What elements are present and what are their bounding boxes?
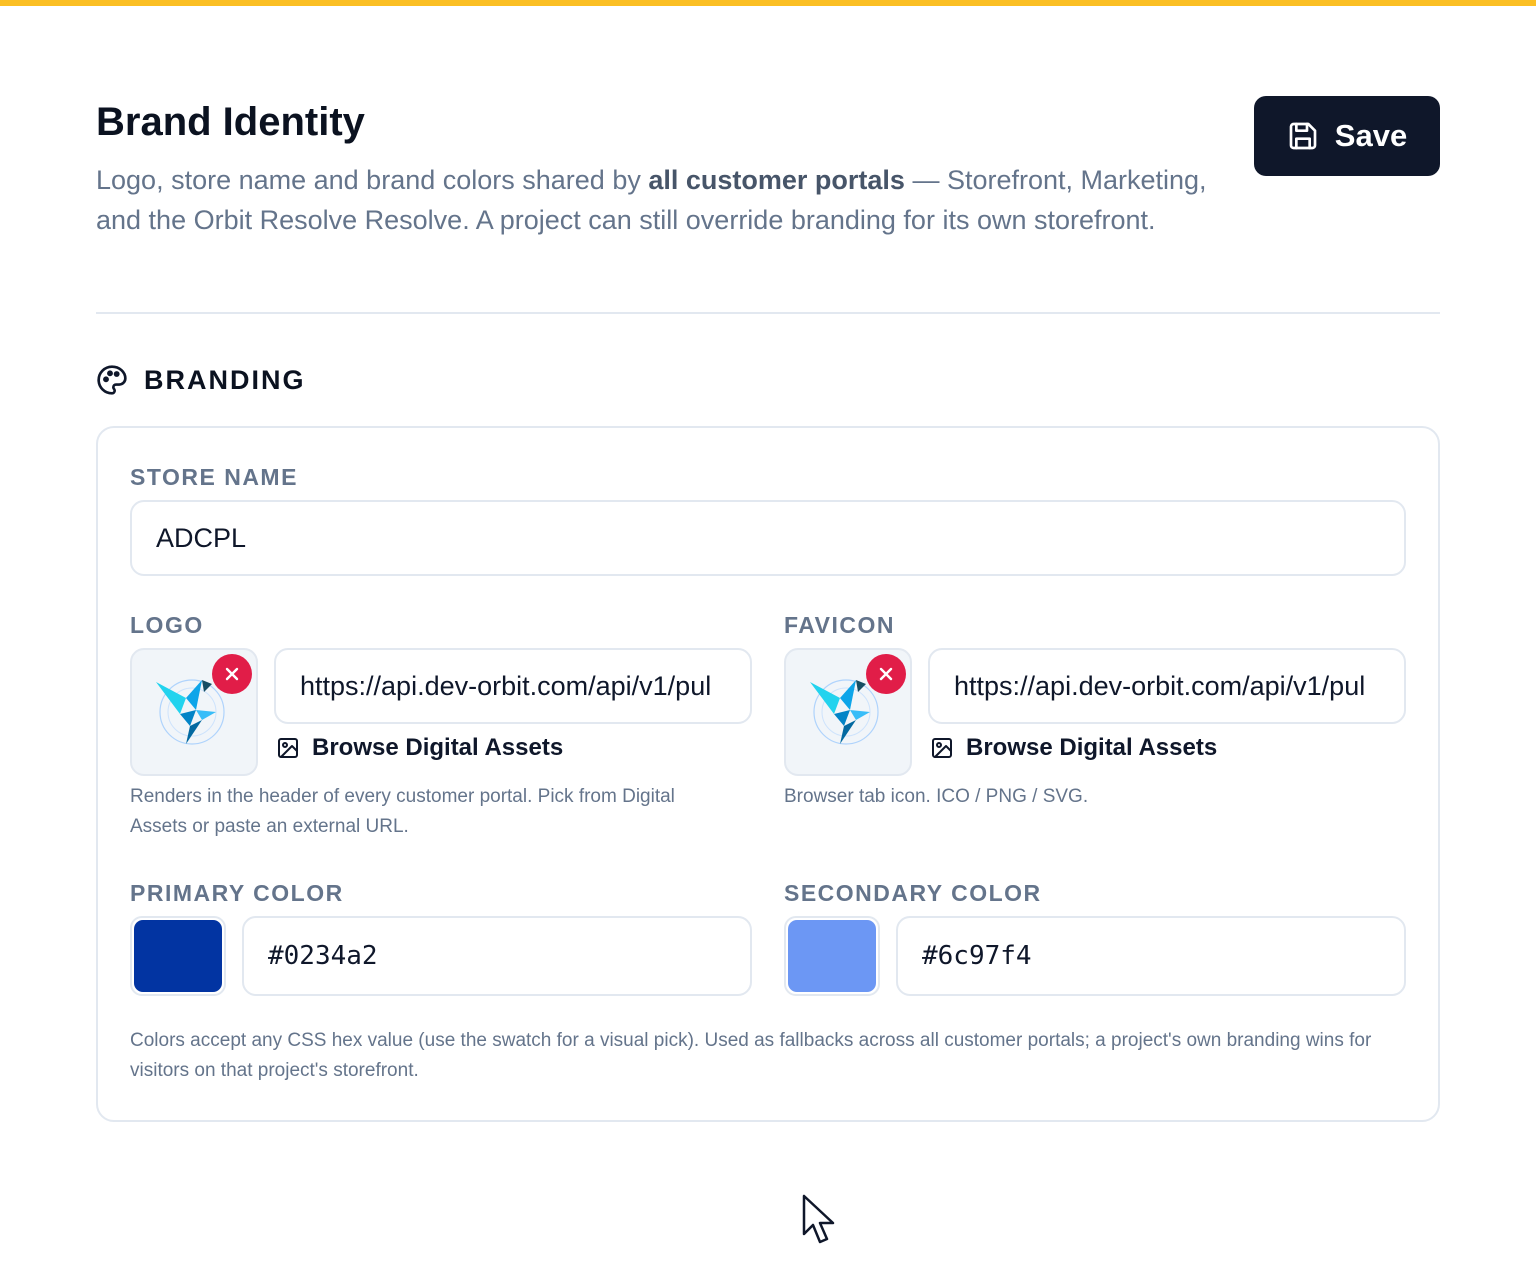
primary-color-fill	[134, 920, 222, 992]
close-icon	[225, 667, 239, 681]
logo-label: LOGO	[130, 612, 204, 638]
favicon-url-value: https://api.dev-orbit.com/api/v1/pul	[954, 670, 1366, 701]
logo-preview	[130, 648, 258, 776]
description-emphasis: all customer portals	[648, 165, 905, 195]
favicon-url-input[interactable]: https://api.dev-orbit.com/api/v1/pul	[928, 648, 1406, 724]
page-description: Logo, store name and brand colors shared…	[96, 160, 1216, 240]
save-button[interactable]: Save	[1254, 96, 1440, 176]
palette-icon	[97, 365, 127, 395]
secondary-color-value: #6c97f4	[922, 941, 1032, 971]
section-header-branding: BRANDING	[96, 364, 306, 396]
store-name-input[interactable]: ADCPL	[130, 500, 1406, 576]
section-title: BRANDING	[144, 364, 306, 395]
header-divider	[96, 312, 1440, 314]
secondary-color-label: SECONDARY COLOR	[784, 880, 1042, 906]
store-name-label: STORE NAME	[130, 464, 298, 490]
logo-browse-assets-link[interactable]: Browse Digital Assets	[276, 734, 563, 762]
mouse-cursor-icon	[802, 1194, 835, 1244]
save-icon	[1289, 122, 1317, 150]
description-text: Logo, store name and brand colors shared…	[96, 165, 649, 195]
secondary-color-swatch[interactable]	[784, 916, 880, 996]
top-accent-bar	[0, 0, 1536, 6]
branding-card: STORE NAME ADCPL LOGO https://api.dev-or…	[96, 426, 1440, 1122]
close-icon	[879, 667, 893, 681]
logo-url-input[interactable]: https://api.dev-orbit.com/api/v1/pul	[274, 648, 752, 724]
primary-color-swatch[interactable]	[130, 916, 226, 996]
save-button-label: Save	[1334, 118, 1408, 153]
favicon-label: FAVICON	[784, 612, 896, 638]
colors-help-text: Colors accept any CSS hex value (use the…	[130, 1030, 1372, 1081]
image-icon	[932, 738, 952, 758]
logo-url-value: https://api.dev-orbit.com/api/v1/pul	[300, 670, 712, 701]
logo-browse-label: Browse Digital Assets	[312, 734, 564, 761]
logo-help-text: Renders in the header of every customer …	[130, 786, 675, 837]
primary-color-value: #0234a2	[268, 941, 378, 971]
remove-logo-button[interactable]	[212, 654, 252, 694]
favicon-help-text: Browser tab icon. ICO / PNG / SVG.	[784, 786, 1089, 807]
favicon-browse-label: Browse Digital Assets	[966, 734, 1218, 761]
page-header: Brand Identity Logo, store name and bran…	[96, 96, 1440, 240]
page-title: Brand Identity	[96, 100, 365, 144]
favicon-preview	[784, 648, 912, 776]
remove-favicon-button[interactable]	[866, 654, 906, 694]
primary-color-label: PRIMARY COLOR	[130, 880, 344, 906]
primary-color-input[interactable]: #0234a2	[242, 916, 752, 996]
image-icon	[278, 738, 298, 758]
secondary-color-fill	[788, 920, 876, 992]
favicon-browse-assets-link[interactable]: Browse Digital Assets	[930, 734, 1217, 762]
secondary-color-input[interactable]: #6c97f4	[896, 916, 1406, 996]
store-name-value: ADCPL	[156, 522, 247, 553]
